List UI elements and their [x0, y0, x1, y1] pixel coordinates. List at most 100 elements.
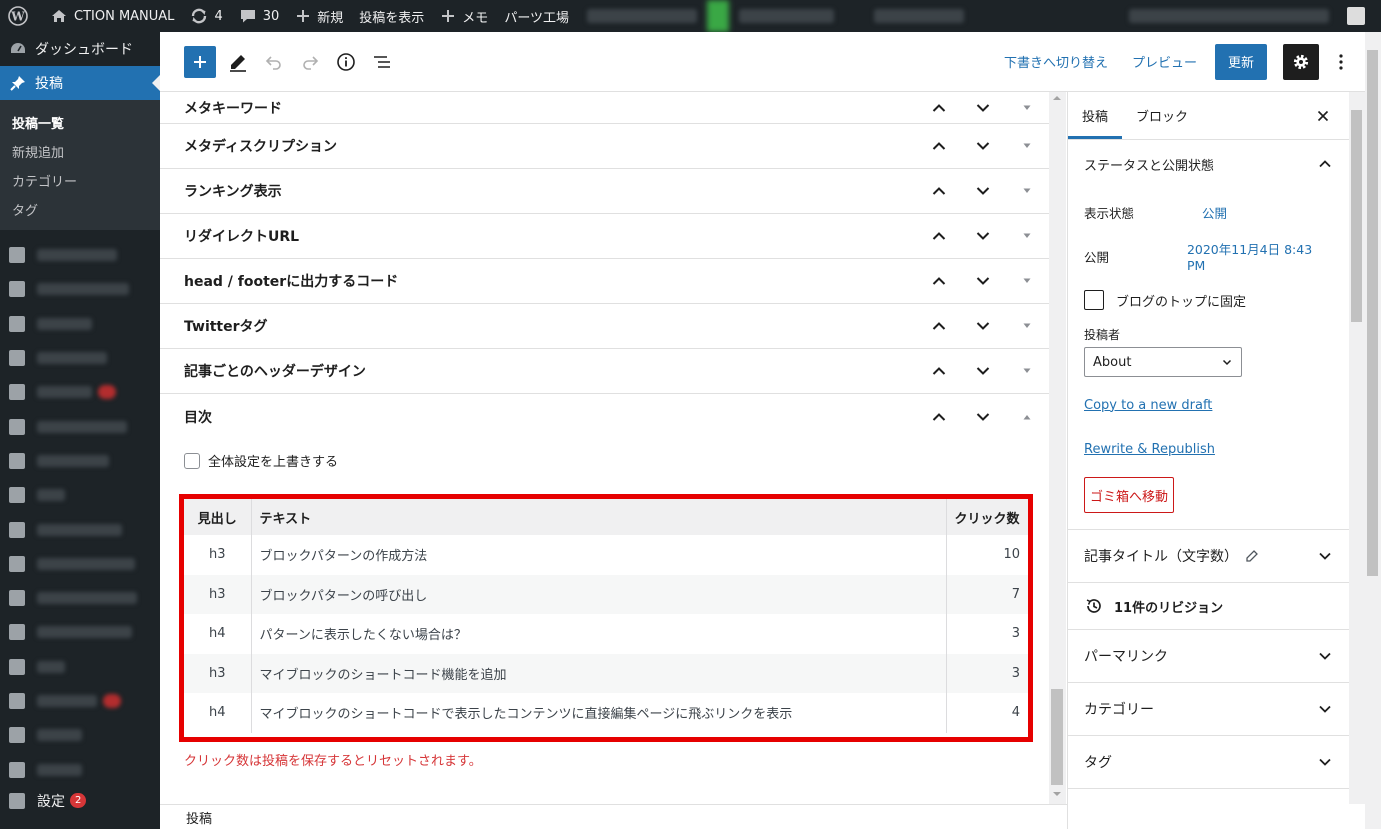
- move-down-button[interactable]: [961, 273, 1005, 289]
- toggle-panel-button[interactable]: [1005, 321, 1049, 331]
- move-down-button[interactable]: [961, 318, 1005, 334]
- wp-logo-button[interactable]: W: [0, 0, 42, 32]
- sidebar-item-settings[interactable]: 設定 2: [0, 787, 160, 815]
- submenu-tags[interactable]: タグ: [0, 195, 160, 224]
- toc-override-checkbox[interactable]: 全体設定を上書きする: [184, 451, 338, 470]
- memo-link[interactable]: メモ: [432, 0, 496, 32]
- move-up-button[interactable]: [917, 409, 961, 425]
- sidebar-item-blurred[interactable]: [0, 752, 160, 786]
- move-up-button[interactable]: [917, 273, 961, 289]
- settings-button[interactable]: [1283, 43, 1319, 80]
- metabox-scrollbar[interactable]: [1049, 92, 1066, 804]
- sidebar-item-blurred[interactable]: [0, 684, 160, 718]
- outline-button[interactable]: [364, 44, 400, 80]
- sidebar-item-blurred[interactable]: [0, 478, 160, 512]
- redo-button[interactable]: [292, 44, 328, 80]
- move-up-button[interactable]: [917, 183, 961, 199]
- metabox-header[interactable]: ランキング表示: [160, 169, 1049, 214]
- move-up-button[interactable]: [917, 100, 961, 116]
- scrollbar-thumb[interactable]: [1367, 50, 1378, 576]
- site-name-link[interactable]: CTION MANUAL: [42, 0, 182, 32]
- sidebar-item-blurred[interactable]: [0, 238, 160, 272]
- updates-link[interactable]: 4: [182, 0, 230, 32]
- scrollbar-thumb[interactable]: [1051, 689, 1063, 785]
- sidebar-item-blurred[interactable]: [0, 547, 160, 581]
- preview-button[interactable]: プレビュー: [1132, 52, 1197, 71]
- sidebar-item-blurred[interactable]: [0, 409, 160, 443]
- submenu-all-posts[interactable]: 投稿一覧: [0, 108, 160, 137]
- submenu-add-new[interactable]: 新規追加: [0, 137, 160, 166]
- tag-panel[interactable]: タグ: [1068, 735, 1349, 788]
- blurred-menu-item[interactable]: [587, 9, 698, 23]
- submenu-categories[interactable]: カテゴリー: [0, 166, 160, 195]
- copy-to-draft-link[interactable]: Copy to a new draft: [1068, 383, 1349, 427]
- revisions-panel[interactable]: 11件のリビジョン: [1068, 582, 1349, 629]
- close-settings-button[interactable]: [1313, 106, 1333, 130]
- tab-post[interactable]: 投稿: [1068, 92, 1123, 139]
- move-up-button[interactable]: [917, 138, 961, 154]
- move-up-button[interactable]: [917, 363, 961, 379]
- move-to-trash-button[interactable]: ゴミ箱へ移動: [1084, 477, 1174, 513]
- metabox-header[interactable]: 目次: [160, 394, 1049, 439]
- move-up-button[interactable]: [917, 318, 961, 334]
- checkbox[interactable]: [1084, 290, 1104, 310]
- page-scrollbar[interactable]: [1365, 32, 1381, 829]
- sidebar-item-dashboard[interactable]: ダッシュボード: [0, 32, 160, 66]
- view-post-link[interactable]: 投稿を表示: [351, 0, 432, 32]
- move-down-button[interactable]: [961, 363, 1005, 379]
- toggle-panel-button[interactable]: [1005, 103, 1049, 113]
- avatar[interactable]: [1347, 7, 1365, 25]
- undo-button[interactable]: [256, 44, 292, 80]
- metabox-header[interactable]: メタキーワード: [160, 92, 1049, 124]
- switch-to-draft-button[interactable]: 下書きへ切り替え: [1004, 52, 1108, 71]
- settings-scrollbar[interactable]: [1349, 92, 1365, 804]
- sidebar-item-blurred[interactable]: [0, 307, 160, 341]
- scroll-down-arrow-icon[interactable]: [1053, 792, 1061, 796]
- status-panel-toggle[interactable]: ステータスと公開状態: [1068, 140, 1349, 188]
- sidebar-item-blurred[interactable]: [0, 375, 160, 409]
- rewrite-republish-link[interactable]: Rewrite & Republish: [1068, 427, 1349, 471]
- toggle-panel-button[interactable]: [1005, 366, 1049, 376]
- move-up-button[interactable]: [917, 228, 961, 244]
- sidebar-item-blurred[interactable]: [0, 718, 160, 752]
- metabox-header[interactable]: head / footerに出力するコード: [160, 259, 1049, 304]
- move-down-button[interactable]: [961, 183, 1005, 199]
- details-button[interactable]: [328, 44, 364, 80]
- update-button[interactable]: 更新: [1214, 43, 1267, 80]
- permalink-panel[interactable]: パーマリンク: [1068, 629, 1349, 682]
- sidebar-item-blurred[interactable]: [0, 444, 160, 478]
- metabox-header[interactable]: リダイレクトURL: [160, 214, 1049, 259]
- sidebar-item-blurred[interactable]: [0, 272, 160, 306]
- sidebar-item-blurred[interactable]: [0, 341, 160, 375]
- move-down-button[interactable]: [961, 100, 1005, 116]
- sidebar-item-blurred[interactable]: [0, 615, 160, 649]
- collapsed-panel[interactable]: [1068, 788, 1349, 828]
- parts-link[interactable]: パーツ工場: [496, 0, 577, 32]
- add-block-button[interactable]: [184, 45, 216, 78]
- toggle-panel-button[interactable]: [1005, 276, 1049, 286]
- tools-button[interactable]: [220, 44, 256, 80]
- metabox-header[interactable]: Twitterタグ: [160, 304, 1049, 349]
- toggle-panel-button[interactable]: [1005, 186, 1049, 196]
- publish-date-toggle[interactable]: 2020年11月4日 8:43 PM: [1187, 239, 1333, 273]
- more-options-button[interactable]: [1329, 44, 1353, 80]
- title-count-panel[interactable]: 記事タイトル（文字数）: [1068, 529, 1349, 582]
- comments-link[interactable]: 30: [231, 0, 288, 32]
- sidebar-item-posts[interactable]: 投稿: [0, 66, 160, 100]
- visibility-toggle[interactable]: 公開: [1202, 203, 1227, 222]
- move-down-button[interactable]: [961, 409, 1005, 425]
- sidebar-item-blurred[interactable]: [0, 512, 160, 546]
- toggle-panel-button[interactable]: [1005, 141, 1049, 151]
- new-content-link[interactable]: 新規: [287, 0, 351, 32]
- tab-block[interactable]: ブロック: [1122, 92, 1202, 139]
- author-select[interactable]: About: [1084, 347, 1242, 377]
- move-down-button[interactable]: [961, 138, 1005, 154]
- blurred-account-name[interactable]: [1129, 9, 1329, 23]
- toggle-panel-button[interactable]: [1005, 231, 1049, 241]
- category-panel[interactable]: カテゴリー: [1068, 682, 1349, 735]
- scrollbar-thumb[interactable]: [1351, 110, 1362, 322]
- move-down-button[interactable]: [961, 228, 1005, 244]
- sidebar-item-blurred[interactable]: [0, 650, 160, 684]
- blurred-menu-item[interactable]: [739, 9, 835, 23]
- breadcrumb-item[interactable]: 投稿: [186, 808, 212, 827]
